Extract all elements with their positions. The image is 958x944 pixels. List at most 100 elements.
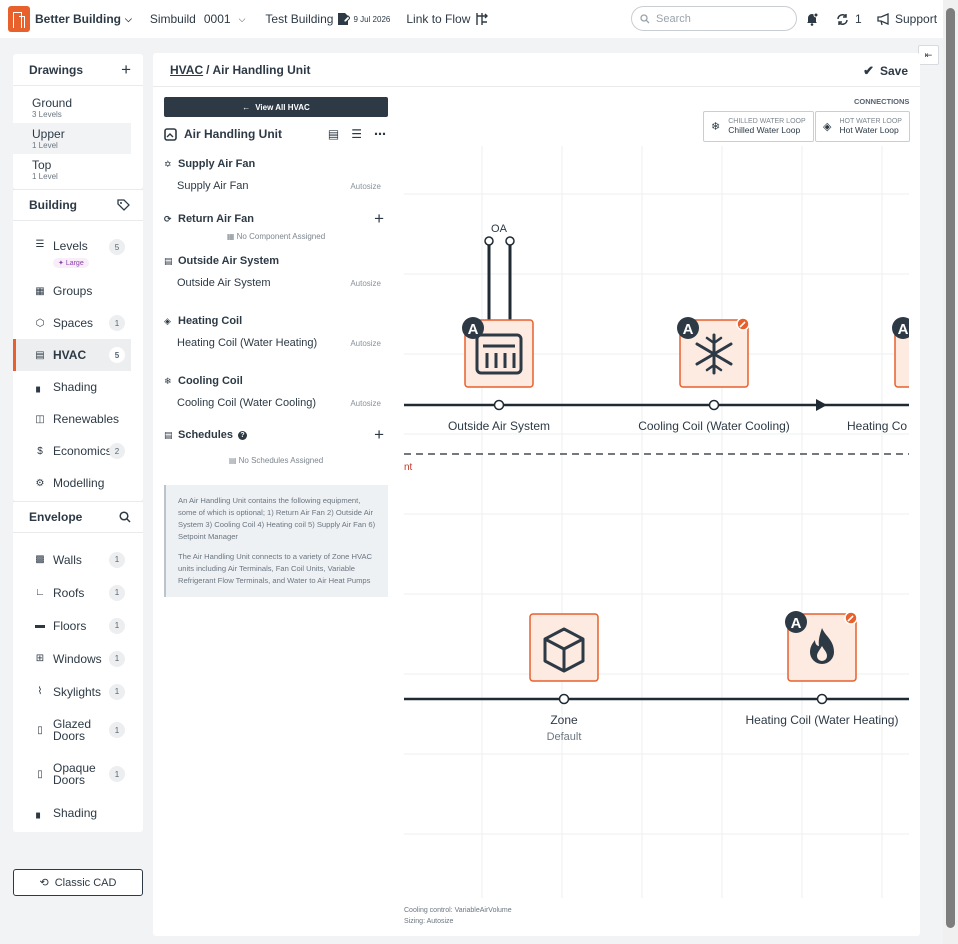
collapse-panel-button[interactable]: ⇤ [918,45,939,65]
link-to-flow-label: Link to Flow [406,12,471,26]
group-cooling-coil: ❄ Cooling Coil Cooling Coil (Water Coolin… [164,373,388,415]
scrollbar-thumb[interactable] [946,8,955,928]
component-node-demand-heating-coil[interactable]: A Heating Coil (Water Heating) [746,611,899,727]
hvac-diagram-canvas[interactable]: OA A Outside Air System A Cooling Coil (… [404,146,909,898]
breadcrumb: HVAC / Air Handling Unit [153,53,920,87]
save-button[interactable]: ✔ Save [863,63,908,79]
sidebar-item-opaque-doors[interactable]: ▯ Opaque Doors 1 [13,752,143,796]
sliders-icon[interactable]: ☰ [351,127,362,141]
drawing-ground[interactable]: Ground 3 Levels [13,92,143,123]
drawings-title: Drawings [29,62,84,77]
flame-icon: ◈ [823,121,832,133]
document-icon[interactable]: ▤ [328,127,339,141]
window-icon: ⊞ [35,653,45,664]
sidebar-item-renewables[interactable]: ◫ Renewables [13,403,143,435]
group-title: Supply Air Fan [178,158,256,170]
ahu-info-box: An Air Handling Unit contains the follow… [164,485,388,597]
search-input[interactable] [656,12,776,25]
app-switcher[interactable]: Better Building ⌵ [35,12,132,26]
sidebar-item-roofs[interactable]: ∟ Roofs 1 [13,576,143,609]
sidebar-item-modelling[interactable]: ⚙ Modelling [13,467,143,499]
sidebar-item-label: Renewables [53,412,120,426]
sidebar-item-windows[interactable]: ⊞ Windows 1 [13,642,143,675]
building-selector[interactable]: Test Building 9 Jul 2026 [265,12,390,26]
drawing-name: Upper [32,127,65,141]
add-return-fan-plus-icon[interactable]: + [374,209,384,229]
autosize-badge-letter: A [468,321,479,338]
component-node-zone[interactable]: Zone Default [529,613,599,743]
sidebar-item-spaces[interactable]: ⬡ Spaces 1 [13,307,143,339]
count-badge: 1 [109,683,125,700]
sidebar-item-glazed-doors[interactable]: ▯ Glazed Doors 1 [13,708,143,752]
glazed-door-icon: ▯ [37,724,43,736]
count-badge: 1 [109,650,125,667]
component-node-outside-air-system[interactable]: A Outside Air System [448,317,550,433]
component-name: Supply Air Fan [177,180,249,192]
component-outside-air-system[interactable]: Outside Air System Autosize [164,271,388,295]
component-cooling-coil[interactable]: Cooling Coil (Water Cooling) Autosize [164,391,388,415]
component-supply-air-fan[interactable]: Supply Air Fan Autosize [164,174,388,198]
support-label: Support [895,12,938,26]
more-options-icon[interactable]: ⋯ [374,127,386,141]
project-name: Simbuild [149,12,196,26]
sidebar-item-skylights[interactable]: ⌇ Skylights 1 [13,675,143,708]
component-label: Heating Co [847,419,907,433]
group-title: Return Air Fan [178,213,254,225]
shading-icon: ▖ [36,381,44,393]
add-drawing-plus-icon[interactable]: + [121,60,131,80]
group-header: ✡ Supply Air Fan [164,156,388,172]
diagram-footer: Cooling control: VariableAirVolume Sizin… [404,905,512,927]
chevron-down-icon: ⌵ [238,13,246,24]
count-badge: 1 [109,722,125,738]
link-to-flow[interactable]: Link to Flow [406,12,489,26]
flow-icon [476,13,489,25]
chilled-water-loop-button[interactable]: ❄ CHILLED WATER LOOP Chilled Water Loop [703,111,814,142]
drawing-upper[interactable]: Upper 1 Level [13,123,131,154]
drawing-name: Top [32,158,52,172]
groups-icon: ▦ [35,285,45,297]
sync-icon [837,13,848,25]
search-box[interactable] [631,6,797,31]
help-icon[interactable]: ? [238,430,248,440]
flow-arrow-icon [816,399,827,411]
component-node-cooling-coil[interactable]: A Cooling Coil (Water Cooling) [638,317,790,433]
sidebar-item-economics[interactable]: $ Economics 2 [13,435,143,467]
sidebar-item-envelope-shading[interactable]: ▖ Shading [13,796,143,830]
sidebar-item-label: Shading [53,806,98,820]
sidebar-item-label: Shading [53,380,98,394]
page-scrollbar[interactable] [943,0,958,944]
arrow-left-icon: ← [242,102,251,112]
classic-cad-button[interactable]: ⟲ Classic CAD [13,869,143,896]
sidebar-item-label: Opaque Doors [53,761,96,787]
sidebar-item-shading[interactable]: ▖ Shading [13,371,143,403]
breadcrumb-hvac-link[interactable]: HVAC [170,63,203,77]
sidebar-item-groups[interactable]: ▦ Groups [13,275,143,307]
view-all-hvac-button[interactable]: ← View All HVAC [164,97,388,117]
sidebar-item-hvac[interactable]: ▤ HVAC 5 [13,339,131,371]
sync-status[interactable]: 1 [836,12,862,26]
component-heating-coil[interactable]: Heating Coil (Water Heating) Autosize [164,331,388,355]
search-icon[interactable] [119,511,131,523]
sidebar-item-levels[interactable]: ☰ Levels 5 ✦ Large [13,231,143,275]
sidebar-item-floors[interactable]: ▬ Floors 1 [13,609,143,642]
sidebar-item-walls[interactable]: ▩ Walls 1 [13,543,143,576]
notification-bell-icon[interactable] [805,12,819,26]
drawing-levels: 3 Levels [32,110,62,119]
app-logo[interactable] [8,6,30,32]
group-header: ❄ Cooling Coil [164,373,388,389]
add-schedule-plus-icon[interactable]: + [374,425,384,445]
group-header: ▤ Outside Air System [164,253,388,269]
hot-water-loop-button[interactable]: ◈ HOT WATER LOOP Hot Water Loop [815,111,910,142]
envelope-title: Envelope [29,510,83,524]
classic-cad-label: Classic CAD [54,876,117,889]
sidebar: Drawings + Ground 3 Levels Upper 1 Level… [13,54,143,832]
grid-lines [404,146,909,898]
support-link[interactable]: Support [877,12,937,26]
component-node-heating-coil-clipped[interactable]: A Heating Co [847,317,909,433]
project-selector[interactable]: Simbuild 0001 ⌵ [150,12,246,26]
group-schedules: ▤ Schedules? + ▤ No Schedules Assigned [164,425,388,469]
drawing-top[interactable]: Top 1 Level [13,154,143,185]
top-bar: Better Building ⌵ Simbuild 0001 ⌵ Test B… [0,0,943,38]
tag-icon[interactable] [117,199,131,211]
sidebar-item-label: Levels [53,239,88,253]
